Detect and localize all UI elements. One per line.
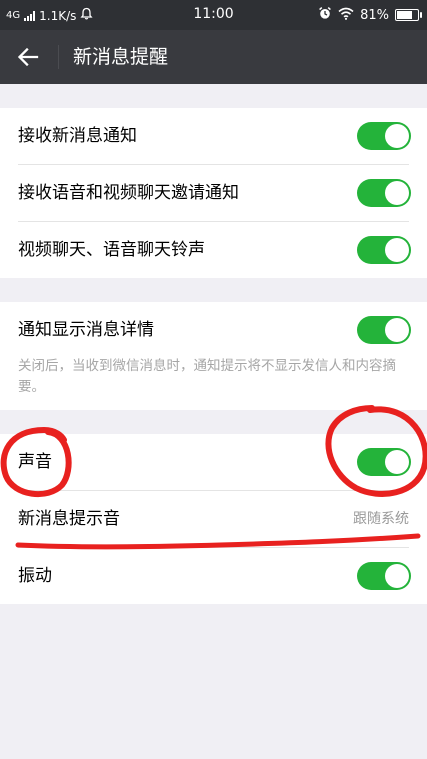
app-bar-divider [58,45,59,69]
setting-label: 声音 [18,452,52,472]
setting-label: 通知显示消息详情 [18,320,154,340]
ringtone-value: 跟随系统 [353,511,409,527]
setting-row-sound[interactable]: 声音 [0,434,427,490]
setting-row-ringtone[interactable]: 新消息提示音 跟随系统 [0,491,427,547]
setting-row-call-ringtone[interactable]: 视频聊天、语音聊天铃声 [0,222,427,278]
toggle-switch[interactable] [357,448,411,476]
settings-group-details: 通知显示消息详情 关闭后，当收到微信消息时，通知提示将不显示发信人和内容摘要。 [0,302,427,410]
status-bar: 4G 1.1K/s 11:00 81% [0,0,427,30]
page-title: 新消息提醒 [73,46,169,68]
toggle-switch[interactable] [357,122,411,150]
battery-percent: 81% [360,7,389,23]
setting-label: 振动 [18,566,52,586]
back-button[interactable] [14,43,42,71]
toggle-switch[interactable] [357,179,411,207]
arrow-left-icon [17,47,39,67]
setting-row-vibrate[interactable]: 振动 [0,548,427,604]
settings-group-sound: 声音 新消息提示音 跟随系统 振动 [0,434,427,604]
setting-label: 接收语音和视频聊天邀请通知 [18,183,239,203]
toggle-switch[interactable] [357,562,411,590]
battery-icon [395,9,422,21]
setting-description: 关闭后，当收到微信消息时，通知提示将不显示发信人和内容摘要。 [18,358,396,395]
app-bar: 新消息提醒 [0,30,427,84]
settings-group-notifications: 接收新消息通知 接收语音和视频聊天邀请通知 视频聊天、语音聊天铃声 [0,108,427,278]
status-right: 81% [318,6,422,24]
toggle-switch[interactable] [357,236,411,264]
wifi-icon [338,7,354,24]
setting-label: 新消息提示音 [18,509,120,529]
setting-label: 接收新消息通知 [18,126,137,146]
setting-row-receive-notifications[interactable]: 接收新消息通知 [0,108,427,164]
setting-row-call-invite-notifications[interactable]: 接收语音和视频聊天邀请通知 [0,165,427,221]
toggle-switch[interactable] [357,316,411,344]
setting-label: 视频聊天、语音聊天铃声 [18,240,205,260]
alarm-icon [318,6,332,24]
setting-row-show-details[interactable]: 通知显示消息详情 [0,302,427,358]
